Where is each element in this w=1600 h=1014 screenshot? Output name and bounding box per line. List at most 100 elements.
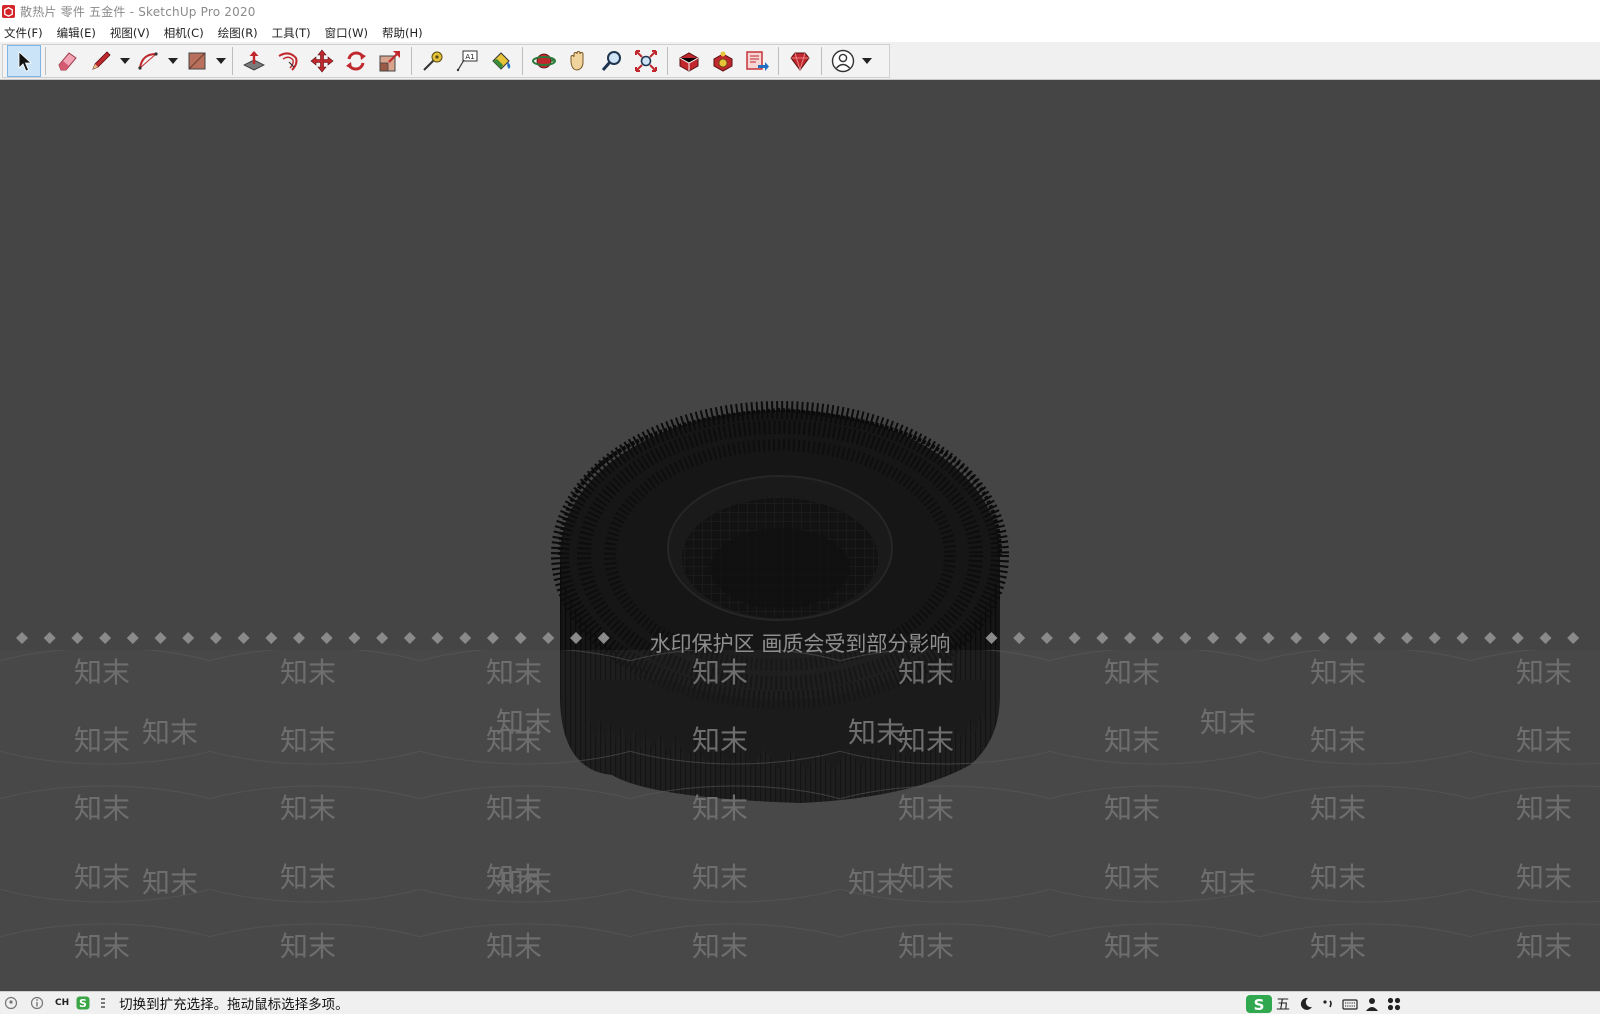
geolocation-status[interactable] bbox=[3, 995, 19, 1011]
shape-tool-button[interactable] bbox=[180, 45, 214, 77]
watermark-tile-text: 知末 bbox=[74, 724, 130, 757]
text-icon: A1 bbox=[456, 50, 478, 72]
credits-status[interactable] bbox=[29, 995, 45, 1011]
watermark-tile-text: 知末 bbox=[496, 706, 552, 739]
menu-edit[interactable]: 编辑(E) bbox=[57, 25, 96, 41]
watermark-tile-text: 知末 bbox=[692, 861, 748, 894]
tape-measure-tool-button[interactable] bbox=[416, 45, 450, 77]
tape-measure-icon bbox=[423, 51, 443, 71]
move-tool-button[interactable] bbox=[305, 45, 339, 77]
3d-warehouse-button[interactable] bbox=[672, 45, 706, 77]
model-scene: 知末 知末 知末 知末 知末 知末 知末 知末知末 知末 知末 知末 知末 知末 知末 知末知末 知末 知末 知末… bbox=[0, 401, 1600, 991]
ime-mode-label[interactable]: 五 bbox=[1276, 994, 1290, 1014]
arc-tool-dropdown[interactable] bbox=[166, 45, 180, 77]
eraser-tool-button[interactable] bbox=[50, 45, 84, 77]
sketchup-logo-icon bbox=[2, 5, 15, 18]
line-tool-button[interactable] bbox=[84, 45, 118, 77]
arc-icon bbox=[138, 52, 158, 70]
rotate-tool-button[interactable] bbox=[339, 45, 373, 77]
orbit-tool-button[interactable] bbox=[527, 45, 561, 77]
user-icon[interactable] bbox=[1364, 996, 1380, 1012]
shape-tool-dropdown[interactable] bbox=[214, 45, 228, 77]
zoom-extents-tool-button[interactable] bbox=[629, 45, 663, 77]
sketchup-window: 散热片 零件 五金件 - SketchUp Pro 2020 文件(F) 编辑(… bbox=[0, 0, 1600, 1014]
watermark-tile-text: 知末 bbox=[1516, 861, 1572, 894]
menu-draw[interactable]: 绘图(R) bbox=[218, 25, 258, 41]
menu-camera[interactable]: 相机(C) bbox=[164, 25, 204, 41]
watermark-tile-text: 知末 bbox=[848, 716, 904, 749]
arc-tool-button[interactable] bbox=[132, 45, 166, 77]
watermark-tile-text: 知末 bbox=[74, 792, 130, 825]
menu-tools[interactable]: 工具(T) bbox=[272, 25, 311, 41]
sogou-logo-icon[interactable]: S bbox=[1246, 994, 1272, 1014]
send-to-layout-icon bbox=[746, 51, 769, 71]
extension-warehouse-icon bbox=[713, 51, 733, 72]
punctuation-icon[interactable] bbox=[1320, 996, 1336, 1012]
ime-tray: S 五 bbox=[1246, 994, 1408, 1014]
eraser-icon bbox=[58, 52, 77, 71]
user-account-dropdown[interactable] bbox=[860, 45, 874, 77]
sogou-s-icon: S bbox=[76, 996, 90, 1010]
grip-dots-icon bbox=[101, 998, 106, 1008]
watermark-banner-text: 水印保护区 画质会受到部分影响 bbox=[649, 632, 951, 656]
scale-tool-button[interactable] bbox=[373, 45, 407, 77]
watermark-tile-text: 知末 bbox=[1310, 861, 1366, 894]
menu-window[interactable]: 窗口(W) bbox=[325, 25, 368, 41]
watermark-tile-text: 知末 bbox=[1104, 724, 1160, 757]
half-width-moon-icon[interactable] bbox=[1298, 996, 1314, 1012]
watermark-tile-text: 知末 bbox=[898, 656, 954, 689]
select-tool-button[interactable] bbox=[7, 45, 41, 77]
toolbar: A1 bbox=[0, 42, 1600, 80]
watermark-tile-text: 知末 bbox=[1200, 866, 1256, 899]
watermark-tile-text: 知末 bbox=[486, 656, 542, 689]
apps-grid-icon[interactable] bbox=[1386, 996, 1402, 1012]
svg-text:S: S bbox=[79, 997, 87, 1010]
menu-view[interactable]: 视图(V) bbox=[110, 25, 150, 41]
toolbar-separator bbox=[411, 47, 412, 75]
watermark-tile-text: 知末 bbox=[486, 792, 542, 825]
paint-bucket-tool-button[interactable] bbox=[484, 45, 518, 77]
sogou-ime-status[interactable]: S bbox=[75, 995, 91, 1011]
zoom-icon bbox=[601, 51, 621, 71]
chevron-down-icon bbox=[862, 58, 872, 64]
menu-file[interactable]: 文件(F) bbox=[4, 25, 43, 41]
toolbar-separator bbox=[821, 47, 822, 75]
window-title: 散热片 零件 五金件 - SketchUp Pro 2020 bbox=[20, 5, 256, 19]
offset-tool-button[interactable] bbox=[271, 45, 305, 77]
watermark-banner: 水印保护区 画质会受到部分影响 bbox=[0, 628, 1600, 656]
line-tool-dropdown[interactable] bbox=[118, 45, 132, 77]
zoom-extents-icon bbox=[635, 50, 657, 72]
push-pull-tool-button[interactable] bbox=[237, 45, 271, 77]
toolbar-separator bbox=[778, 47, 779, 75]
watermark-tile-text: 知末 bbox=[142, 716, 198, 749]
chevron-down-icon bbox=[120, 58, 130, 64]
orbit-icon bbox=[532, 53, 556, 69]
text-tool-button[interactable]: A1 bbox=[450, 45, 484, 77]
watermark-tile-text: 知末 bbox=[280, 656, 336, 689]
watermark-tile-text: 知末 bbox=[1310, 656, 1366, 689]
watermark-tile-text: 知末 bbox=[486, 930, 542, 963]
title-bar: 散热片 零件 五金件 - SketchUp Pro 2020 bbox=[0, 0, 1600, 23]
ime-toolbar-grip[interactable] bbox=[95, 995, 111, 1011]
large-toolset: A1 bbox=[2, 44, 890, 78]
svg-text:S: S bbox=[1254, 996, 1265, 1014]
keyboard-icon[interactable] bbox=[1342, 996, 1358, 1012]
watermark-tile-text: 知末 bbox=[280, 861, 336, 894]
3d-warehouse-icon bbox=[679, 52, 699, 72]
watermark-tile-text: 知末 bbox=[692, 724, 748, 757]
svg-text:A1: A1 bbox=[465, 53, 474, 61]
zoom-tool-button[interactable] bbox=[595, 45, 629, 77]
model-viewport[interactable]: 知末 知末 知末 知末 知末 知末 知末 知末 知末 知末 知末 知末 知末 知末 知末 知末 知末 知末 知末 知末… bbox=[0, 80, 1600, 991]
watermark-tile-text: 知末 bbox=[280, 792, 336, 825]
send-to-layout-button[interactable] bbox=[740, 45, 774, 77]
watermark-tile-text: 知末 bbox=[692, 792, 748, 825]
watermark-tile-text: 知末 bbox=[74, 930, 130, 963]
watermark-tile-text: 知末 bbox=[74, 656, 130, 689]
menu-help[interactable]: 帮助(H) bbox=[382, 25, 423, 41]
extension-warehouse-button[interactable] bbox=[706, 45, 740, 77]
user-account-button[interactable] bbox=[826, 45, 860, 77]
ruby-console-button[interactable] bbox=[783, 45, 817, 77]
watermark-tile-text: 知末 bbox=[1516, 792, 1572, 825]
pan-tool-button[interactable] bbox=[561, 45, 595, 77]
watermark-tile-text: 知末 bbox=[1104, 656, 1160, 689]
